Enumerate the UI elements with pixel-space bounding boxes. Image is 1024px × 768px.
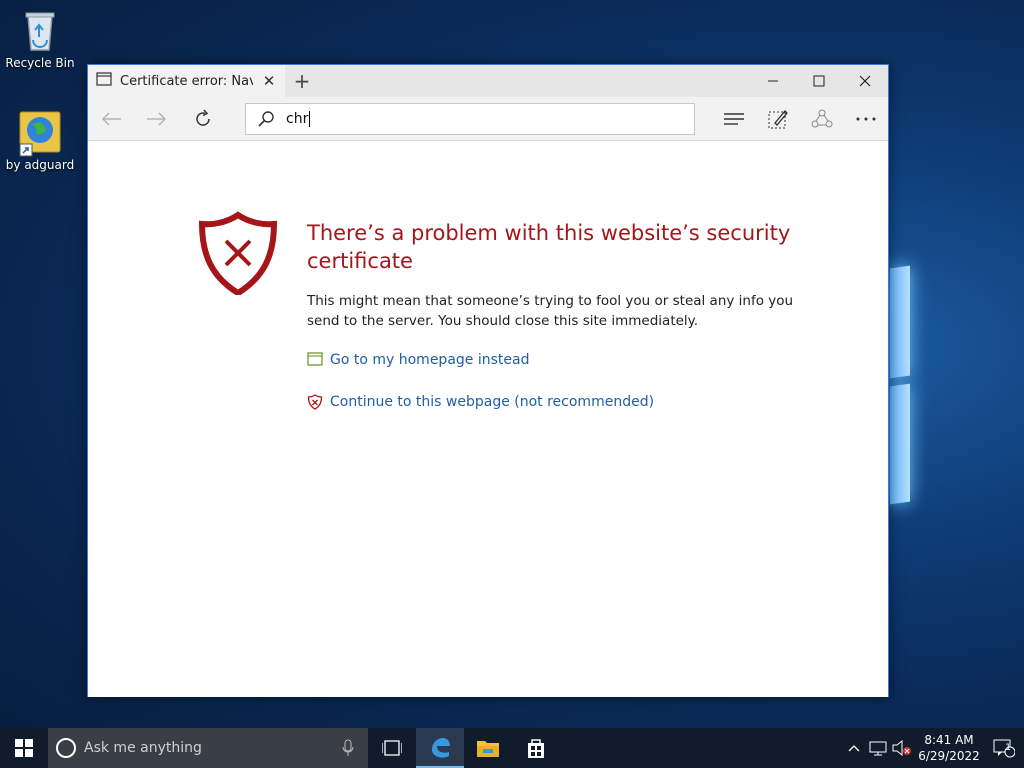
clock[interactable]: 8:41 AM 6/29/2022 [914, 732, 984, 764]
homepage-link-label[interactable]: Go to my homepage instead [330, 352, 529, 368]
refresh-icon[interactable] [180, 97, 226, 141]
file-explorer-icon[interactable] [464, 728, 512, 768]
clock-date: 6/29/2022 [918, 749, 980, 763]
homepage-link[interactable]: Go to my homepage instead [307, 352, 529, 368]
edge-browser-window: Certificate error: Naviga ✕ + [87, 64, 889, 697]
volume-muted-icon[interactable] [890, 728, 914, 768]
tab-title: Certificate error: Naviga [120, 73, 253, 89]
recycle-bin-icon [18, 8, 62, 52]
start-button[interactable] [0, 728, 48, 768]
desktop-icon-label: Recycle Bin [5, 56, 75, 70]
forward-icon[interactable] [134, 97, 180, 141]
action-center-icon[interactable]: 1 [984, 728, 1024, 768]
task-view-icon[interactable] [368, 728, 416, 768]
desktop-icon-adguard[interactable]: by adguard [0, 110, 80, 172]
clock-time: 8:41 AM [924, 733, 974, 747]
taskbar: Ask me anything 8:41 AM 6/29/2022 1 [0, 728, 1024, 768]
microphone-icon[interactable] [342, 738, 354, 758]
warning-shield-icon [307, 394, 323, 410]
desktop-icon-recycle-bin[interactable]: Recycle Bin [0, 8, 80, 70]
notification-count: 1 [1005, 743, 1011, 753]
edge-icon[interactable] [416, 728, 464, 768]
store-icon[interactable] [512, 728, 560, 768]
continue-link-label[interactable]: Continue to this webpage (not recommende… [330, 394, 654, 410]
cortana-icon [56, 738, 76, 758]
error-title: There’s a problem with this website’s se… [307, 221, 791, 273]
address-bar[interactable]: chr [245, 103, 695, 135]
web-note-icon[interactable] [756, 97, 800, 141]
address-input[interactable]: chr [286, 111, 308, 127]
navigation-bar: chr [88, 97, 888, 141]
network-icon[interactable] [866, 728, 890, 768]
maximize-icon[interactable] [796, 65, 842, 97]
browser-tab[interactable]: Certificate error: Naviga ✕ [88, 65, 285, 97]
hub-icon[interactable] [712, 97, 756, 141]
minimize-icon[interactable] [750, 65, 796, 97]
page-content: There’s a problem with this website’s se… [88, 141, 888, 697]
search-icon [256, 109, 276, 129]
show-hidden-icons-icon[interactable] [842, 728, 866, 768]
homepage-icon [307, 352, 323, 368]
windows-start-icon [15, 739, 33, 757]
new-tab-button[interactable]: + [285, 65, 319, 97]
continue-link[interactable]: Continue to this webpage (not recommende… [307, 394, 654, 410]
tab-close-icon[interactable]: ✕ [261, 72, 277, 90]
more-icon[interactable] [844, 97, 888, 141]
search-placeholder: Ask me anything [84, 740, 202, 756]
error-description: This might mean that someone’s trying to… [307, 293, 794, 329]
cortana-search-box[interactable]: Ask me anything [48, 728, 368, 768]
share-icon[interactable] [800, 97, 844, 141]
error-shield-icon [198, 211, 278, 297]
title-bar: Certificate error: Naviga ✕ + [88, 65, 888, 97]
back-icon[interactable] [88, 97, 134, 141]
desktop-icon-label: by adguard [5, 158, 75, 172]
globe-shortcut-icon [18, 110, 62, 157]
close-icon[interactable] [842, 65, 888, 97]
system-tray: 8:41 AM 6/29/2022 1 [842, 728, 1024, 768]
text-caret [309, 111, 311, 127]
tab-page-icon [96, 72, 112, 90]
